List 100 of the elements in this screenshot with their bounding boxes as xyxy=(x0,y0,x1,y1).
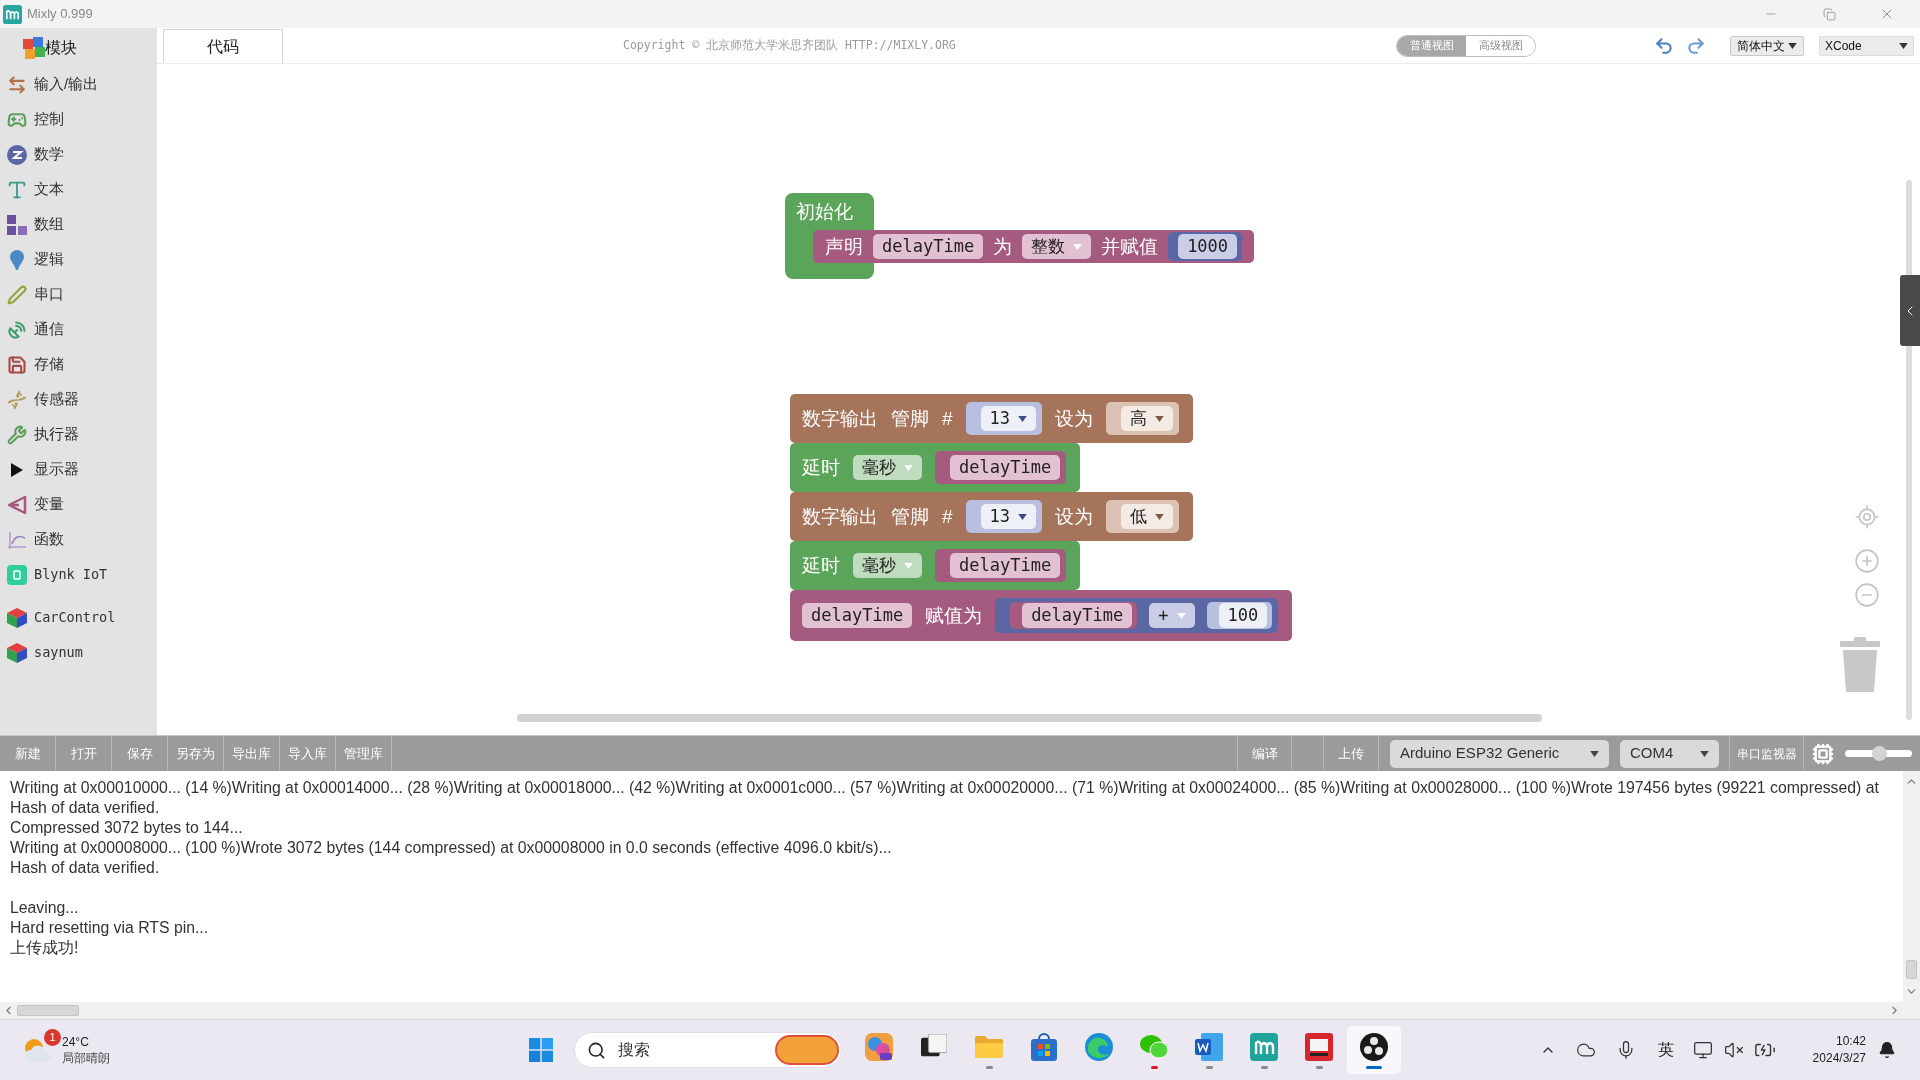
block-label: 管脚 xyxy=(891,407,929,431)
sidebar-item[interactable]: 通信 xyxy=(0,312,157,347)
search-bar[interactable]: 搜索 xyxy=(574,1032,842,1068)
box-logo-icon xyxy=(1305,1032,1333,1061)
block-field[interactable]: delayTime xyxy=(802,603,913,628)
sidebar-item[interactable]: 数组 xyxy=(0,207,157,242)
clock-time[interactable]: 10:42 xyxy=(1835,1033,1866,1050)
scrollbar-thumb[interactable] xyxy=(517,714,1542,722)
value-block[interactable]: 1000 xyxy=(1168,232,1243,261)
sidebar-item[interactable]: CarControl xyxy=(0,600,157,635)
value-block[interactable]: 13 xyxy=(965,500,1043,533)
recenter-button[interactable] xyxy=(1854,504,1880,530)
sidebar-item[interactable]: 输入/输出 xyxy=(0,67,157,102)
block-label: # xyxy=(942,407,953,431)
satellite-dish-icon xyxy=(7,319,27,340)
trash-icon[interactable] xyxy=(1840,637,1880,692)
value-block[interactable]: delayTime xyxy=(935,549,1067,582)
sidebar-item[interactable]: 文本 xyxy=(0,172,157,207)
block-dropdown[interactable]: 高 xyxy=(1121,406,1174,431)
sidebar-item[interactable]: 控制 xyxy=(0,102,157,137)
square-logo-icon xyxy=(7,564,27,585)
value-block[interactable]: 低 xyxy=(1106,500,1180,533)
clock-date[interactable]: 2024/3/27 xyxy=(1812,1050,1866,1067)
math-circle-icon xyxy=(7,144,27,165)
language-select[interactable]: 简体中文 xyxy=(1730,35,1804,56)
weather-text: 局部晴朗 xyxy=(62,1050,110,1066)
sidebar-item[interactable]: 数学 xyxy=(0,137,157,172)
block-dropdown[interactable]: 毫秒 xyxy=(853,553,922,578)
document-app-icon xyxy=(1195,1032,1223,1061)
squares-icon xyxy=(7,214,27,235)
chat-bubbles-icon xyxy=(1140,1033,1168,1060)
monitor-icon[interactable] xyxy=(1693,1040,1713,1060)
slider-thumb[interactable] xyxy=(1871,746,1887,761)
sidebar-item[interactable]: 函数 xyxy=(0,522,157,557)
scrollbar-thumb[interactable] xyxy=(17,1005,79,1016)
sun-cloud-icon xyxy=(22,1037,52,1063)
block-dropdown[interactable]: 整数 xyxy=(1022,234,1092,259)
block-field[interactable]: delayTime xyxy=(950,455,1061,480)
value-block[interactable]: 高 xyxy=(1106,402,1180,435)
code-block[interactable]: 数字输出 管脚 # 13 设为 高 xyxy=(790,394,1194,443)
graph-icon xyxy=(7,529,27,550)
sidebar-item[interactable]: 执行器 xyxy=(0,417,157,452)
block-dropdown[interactable]: + xyxy=(1149,603,1195,628)
caret-icon xyxy=(1590,750,1599,757)
chip-button[interactable] xyxy=(1811,742,1834,765)
search-input[interactable]: 搜索 xyxy=(618,1038,758,1062)
sidebar-item[interactable]: 传感器 xyxy=(0,382,157,417)
caret-icon xyxy=(1176,612,1186,619)
block-label: 设为 xyxy=(1055,505,1094,529)
sidebar-item[interactable]: Blynk IoT xyxy=(0,557,157,592)
sidebar-item[interactable]: 显示器 xyxy=(0,452,157,487)
console-line: Leaving... xyxy=(10,898,79,918)
taskbar-app[interactable] xyxy=(1347,1026,1401,1074)
block-label: # xyxy=(942,505,953,529)
notification-bell-icon[interactable] xyxy=(1878,1041,1896,1059)
value-block[interactable]: delayTime xyxy=(1010,602,1138,629)
sidebar-item[interactable]: 串口 xyxy=(0,277,157,312)
zoom-in-button[interactable] xyxy=(1854,548,1880,574)
value-block[interactable]: delayTime xyxy=(935,451,1067,484)
sidebar-item[interactable]: 存储 xyxy=(0,347,157,382)
caret-icon xyxy=(1018,513,1028,520)
port-select[interactable]: COM4 xyxy=(1620,739,1719,768)
redo-icon xyxy=(1686,35,1706,56)
folder-icon xyxy=(975,1034,1003,1059)
value-block[interactable]: delayTime + 100 xyxy=(995,598,1279,633)
board-select[interactable]: Arduino ESP32 Generic xyxy=(1390,739,1609,768)
code-block[interactable]: 延时 毫秒 delayTime xyxy=(790,443,1081,492)
caret-icon xyxy=(904,464,913,471)
block-field[interactable]: delayTime xyxy=(873,234,984,259)
code-block[interactable]: 延时 毫秒 delayTime xyxy=(790,541,1081,590)
block-field[interactable]: delayTime xyxy=(950,553,1061,578)
sidebar-item[interactable]: saynum xyxy=(0,635,157,670)
block-dropdown[interactable]: 13 xyxy=(980,406,1037,431)
block-field[interactable]: delayTime xyxy=(1022,603,1133,628)
swirl-app-icon xyxy=(865,1032,893,1061)
zoom-out-button[interactable] xyxy=(1854,582,1880,608)
editor-tab[interactable]: 代码 xyxy=(163,29,283,63)
scrollbar-thumb[interactable] xyxy=(1906,960,1917,979)
value-block[interactable]: 13 xyxy=(965,402,1043,435)
code-block[interactable]: delayTime 赋值为 delayTime + 100 xyxy=(790,590,1293,641)
console-line: Writing at 0x00010000... (14 %)Writing at 0x00014000... (28 %)Writing at 0x00018000... (42 %)Writing at 0x0001c000... (57 %)Writing at 0x00020000... (71 %)Writing at 0x00024000... (85 %)Writing at 0x00028000... (100 %)Wrote 197456 bytes (99221 compressed) at xyxy=(10,778,1879,798)
block-dropdown[interactable]: 低 xyxy=(1121,504,1174,529)
block-label: 数字输出 xyxy=(802,407,878,431)
code-theme-select[interactable]: XCode xyxy=(1819,35,1914,56)
circles-logo-icon xyxy=(1360,1032,1388,1061)
sidebar-item[interactable]: 变量 xyxy=(0,487,157,522)
value-block[interactable]: 100 xyxy=(1206,602,1273,629)
block-field[interactable]: 100 xyxy=(1218,603,1268,628)
block-label: 赋值为 xyxy=(925,604,983,628)
code-block[interactable]: 声明 delayTime 为 整数 并赋值 1000 xyxy=(813,230,1255,263)
block-dropdown[interactable]: 毫秒 xyxy=(853,455,922,480)
code-block[interactable]: 数字输出 管脚 # 13 设为 低 xyxy=(790,492,1194,541)
sidebar-title: 模块 xyxy=(45,37,77,58)
speaker-muted-icon[interactable] xyxy=(1724,1040,1744,1060)
caret-icon xyxy=(904,562,913,569)
input-method-indicator[interactable]: 英 xyxy=(1646,1038,1686,1062)
block-field[interactable]: 1000 xyxy=(1178,234,1238,259)
restore-icon xyxy=(1822,7,1836,21)
block-dropdown[interactable]: 13 xyxy=(980,504,1037,529)
sidebar-item[interactable]: 逻辑 xyxy=(0,242,157,277)
